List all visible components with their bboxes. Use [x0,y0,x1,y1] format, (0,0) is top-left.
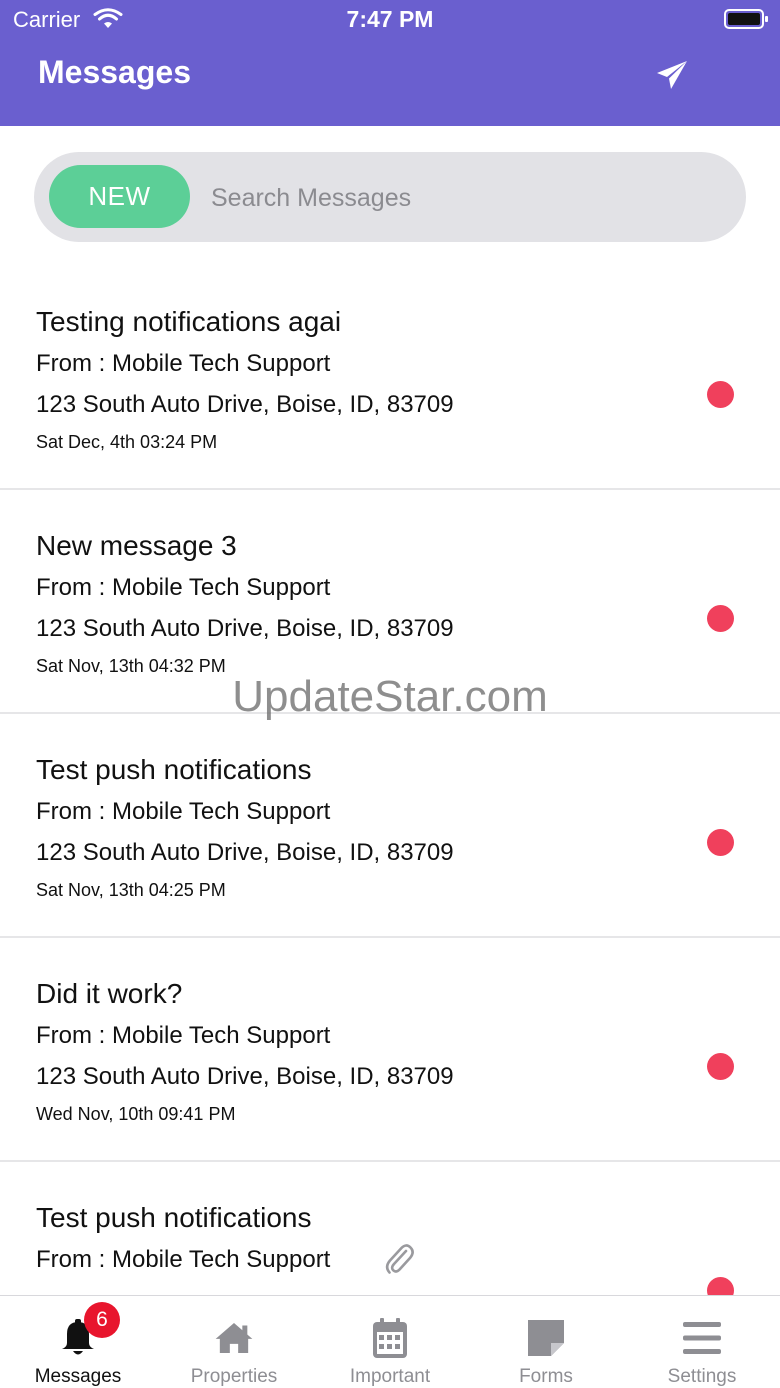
message-sender: From : Mobile Tech Support [36,350,331,377]
message-sender: From : Mobile Tech Support [36,574,331,601]
tab-settings[interactable]: Settings [624,1296,780,1388]
message-date: Sat Nov, 13th 04:25 PM [36,880,226,900]
new-message-button[interactable]: NEW [49,165,190,228]
message-address: 123 South Auto Drive, Boise, ID, 83709 [36,391,454,418]
tab-forms[interactable]: Forms [468,1296,624,1388]
compose-send-button[interactable] [650,54,694,96]
message-sender: From : Mobile Tech Support [36,798,331,825]
message-sender: From : Mobile Tech Support [36,1022,331,1049]
paper-plane-icon [657,61,687,89]
unread-indicator [707,605,734,632]
message-subject: Test push notifications [36,1202,312,1233]
message-date: Sat Nov, 13th 04:32 PM [36,656,226,676]
message-item[interactable]: Did it work? From : Mobile Tech Support … [0,938,780,1162]
message-address: 123 South Auto Drive, Boise, ID, 83709 [36,615,454,642]
message-subject: New message 3 [36,530,237,561]
tab-label: Messages [34,1366,122,1387]
message-item[interactable]: Test push notifications From : Mobile Te… [0,1162,780,1295]
search-bar: NEW [34,152,746,242]
tab-label: Properties [190,1366,278,1387]
message-subject: Testing notifications agai [36,306,342,337]
message-sender: From : Mobile Tech Support [36,1246,331,1273]
unread-indicator [707,1053,734,1080]
message-address: 123 South Auto Drive, Boise, ID, 83709 [36,1063,454,1090]
battery-icon [724,9,768,29]
tab-label: Settings [667,1366,737,1387]
search-input[interactable] [209,168,713,228]
message-item[interactable]: New message 3 From : Mobile Tech Support… [0,490,780,714]
message-subject: Test push notifications [36,754,312,785]
message-subject: Did it work? [36,978,183,1009]
calendar-icon [370,1316,410,1360]
tab-properties[interactable]: Properties [156,1296,312,1388]
tab-bar: 6 Messages Properties Important Forms Se… [0,1295,780,1388]
message-date: Sat Dec, 4th 03:24 PM [36,432,218,452]
page-title: Messages [38,54,191,90]
message-item[interactable]: Testing notifications agai From : Mobile… [0,266,780,490]
home-icon [214,1316,254,1360]
unread-indicator [707,1277,734,1295]
tab-important[interactable]: Important [312,1296,468,1388]
form-note-icon [526,1316,566,1360]
message-item[interactable]: Test push notifications From : Mobile Te… [0,714,780,938]
status-bar: Carrier 7:47 PM [0,0,780,40]
clock: 7:47 PM [346,6,434,32]
tab-messages[interactable]: 6 Messages [0,1296,156,1388]
unread-indicator [707,381,734,408]
unread-count-badge: 6 [84,1302,120,1338]
paperclip-icon [385,1244,414,1274]
tab-label: Forms [519,1366,573,1387]
message-date: Wed Nov, 10th 09:41 PM [36,1104,236,1124]
menu-lines-icon [682,1316,722,1360]
app-header: Carrier 7:47 PM Messages [0,0,780,126]
unread-indicator [707,829,734,856]
message-address: 123 South Auto Drive, Boise, ID, 83709 [36,839,454,866]
message-list: Testing notifications agai From : Mobile… [0,266,780,1295]
tab-label: Important [349,1366,431,1387]
